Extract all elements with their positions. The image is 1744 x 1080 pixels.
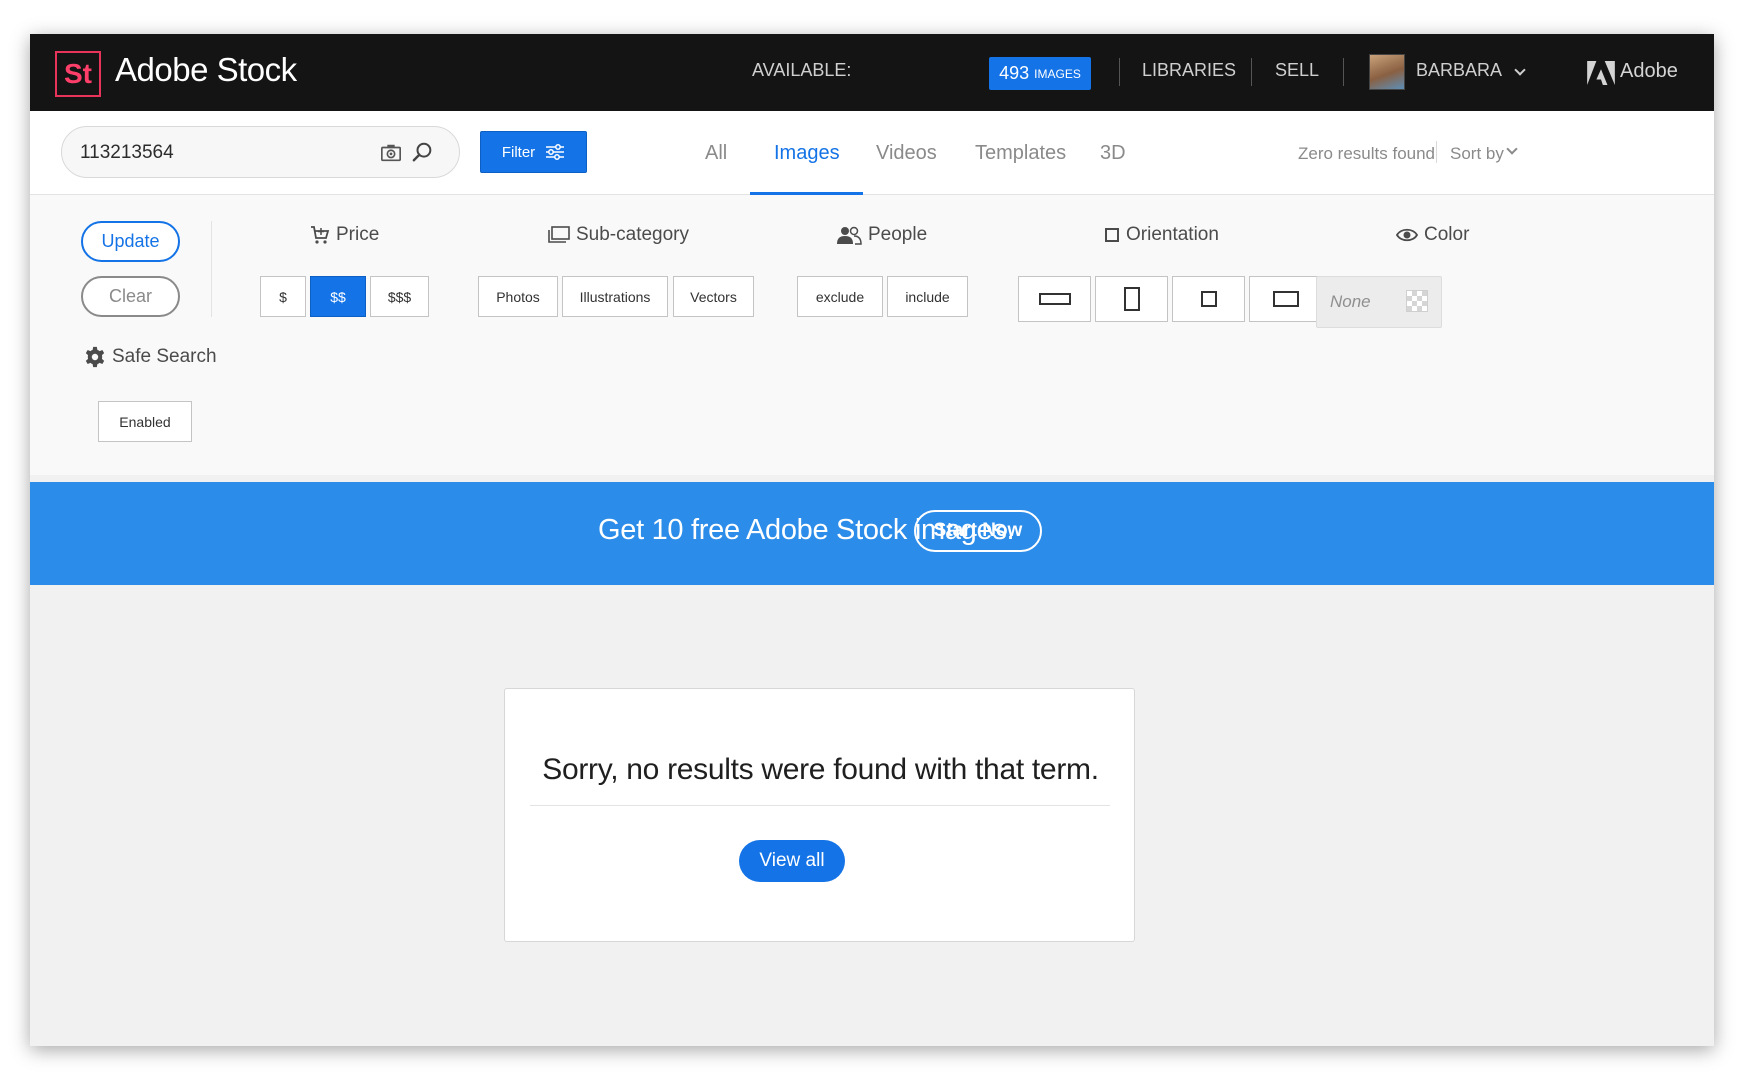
libraries-link[interactable]: LIBRARIES [1142, 60, 1236, 81]
search-field[interactable] [61, 126, 460, 178]
orientation-title: Orientation [1104, 224, 1219, 246]
people-icon [837, 226, 862, 245]
safe-search-toggle[interactable]: Enabled [98, 401, 192, 442]
adobe-link[interactable]: Adobe [1620, 60, 1678, 83]
promo-banner: Get 10 free Adobe Stock images. Start No… [30, 482, 1714, 585]
price-label: Price [336, 224, 380, 245]
sliders-icon [546, 144, 565, 160]
search-input[interactable] [80, 139, 360, 167]
subcategory-title: Sub-category [548, 224, 689, 246]
orientation-label: Orientation [1126, 224, 1219, 245]
cart-icon [311, 226, 330, 244]
user-avatar[interactable] [1369, 54, 1405, 90]
search-icon[interactable] [412, 141, 434, 163]
price-option-2[interactable]: $$ [310, 276, 366, 317]
update-button[interactable]: Update [81, 221, 180, 262]
divider [1251, 58, 1252, 86]
chevron-down-icon[interactable] [1506, 143, 1518, 155]
people-label: People [868, 224, 928, 245]
color-title: Color [1396, 224, 1469, 246]
no-results-message: Sorry, no results were found with that t… [542, 753, 1099, 786]
divider [1343, 58, 1344, 86]
price-title: Price [310, 224, 379, 246]
tab-templates[interactable]: Templates [975, 142, 1066, 165]
tab-videos[interactable]: Videos [876, 142, 937, 165]
safe-search-title: Safe Search [84, 346, 217, 368]
user-name[interactable]: BARBARA [1416, 60, 1502, 81]
people-exclude[interactable]: exclude [797, 276, 883, 317]
subcategory-label: Sub-category [576, 224, 690, 245]
clear-button[interactable]: Clear [81, 276, 180, 317]
tab-3d[interactable]: 3D [1100, 142, 1126, 165]
brand-name[interactable]: Adobe Stock [115, 51, 297, 89]
safe-search-label: Safe Search [112, 346, 217, 367]
price-option-3[interactable]: $$$ [370, 276, 429, 317]
top-navigation-bar: St Adobe Stock AVAILABLE: 493 IMAGES LIB… [30, 34, 1714, 111]
sell-link[interactable]: SELL [1275, 60, 1319, 81]
available-unit: IMAGES [1034, 66, 1081, 81]
available-count: 493 [999, 63, 1030, 83]
color-picker[interactable]: None [1316, 276, 1442, 328]
subcategory-photos[interactable]: Photos [478, 276, 558, 317]
people-title: People [836, 224, 927, 246]
square-icon [1105, 228, 1119, 242]
orientation-square[interactable] [1172, 276, 1245, 322]
start-now-button[interactable]: Start Now [914, 510, 1042, 552]
sort-by-dropdown[interactable]: Sort by [1450, 144, 1504, 164]
available-images-badge[interactable]: 493 IMAGES [989, 57, 1091, 90]
subcategory-illustrations[interactable]: Illustrations [562, 276, 668, 317]
available-label: AVAILABLE: [752, 60, 852, 80]
images-stack-icon [548, 226, 570, 243]
filter-button[interactable]: Filter [480, 131, 587, 173]
panoramic-rect-icon [1272, 291, 1299, 307]
square-rect-icon [1200, 291, 1217, 307]
transparency-swatch-icon [1406, 290, 1428, 312]
divider [1436, 141, 1437, 163]
app-window: St Adobe Stock AVAILABLE: 493 IMAGES LIB… [30, 34, 1714, 1046]
orientation-vertical[interactable] [1095, 276, 1168, 322]
view-all-button[interactable]: View all [739, 840, 845, 882]
gear-icon [85, 346, 105, 368]
people-include[interactable]: include [887, 276, 968, 317]
camera-icon[interactable] [380, 142, 402, 164]
horizontal-rect-icon [1038, 293, 1071, 305]
eye-icon [1396, 228, 1418, 242]
adobe-logo-icon [1587, 61, 1615, 85]
logo-text: St [64, 58, 92, 89]
divider [530, 805, 1110, 806]
orientation-horizontal[interactable] [1018, 276, 1091, 322]
adobe-stock-logo[interactable]: St [55, 51, 101, 97]
no-results-card: Sorry, no results were found with that t… [504, 688, 1135, 942]
tab-all[interactable]: All [705, 142, 727, 165]
results-status: Zero results found [1298, 144, 1436, 163]
divider [1119, 58, 1120, 86]
filter-panel: Update Clear Price $ $$ $$$ Sub-category [30, 195, 1714, 475]
vertical-rect-icon [1123, 287, 1140, 311]
orientation-panoramic[interactable] [1249, 276, 1322, 322]
color-label: Color [1424, 224, 1470, 245]
tab-images[interactable]: Images [774, 142, 840, 165]
divider [211, 221, 212, 317]
chevron-down-icon[interactable] [1514, 64, 1526, 76]
filter-label: Filter [501, 143, 536, 161]
color-value: None [1330, 292, 1371, 311]
subcategory-vectors[interactable]: Vectors [673, 276, 754, 317]
search-bar-row: Filter All Images Videos Templates 3D Ze… [30, 111, 1714, 195]
price-option-1[interactable]: $ [260, 276, 306, 317]
